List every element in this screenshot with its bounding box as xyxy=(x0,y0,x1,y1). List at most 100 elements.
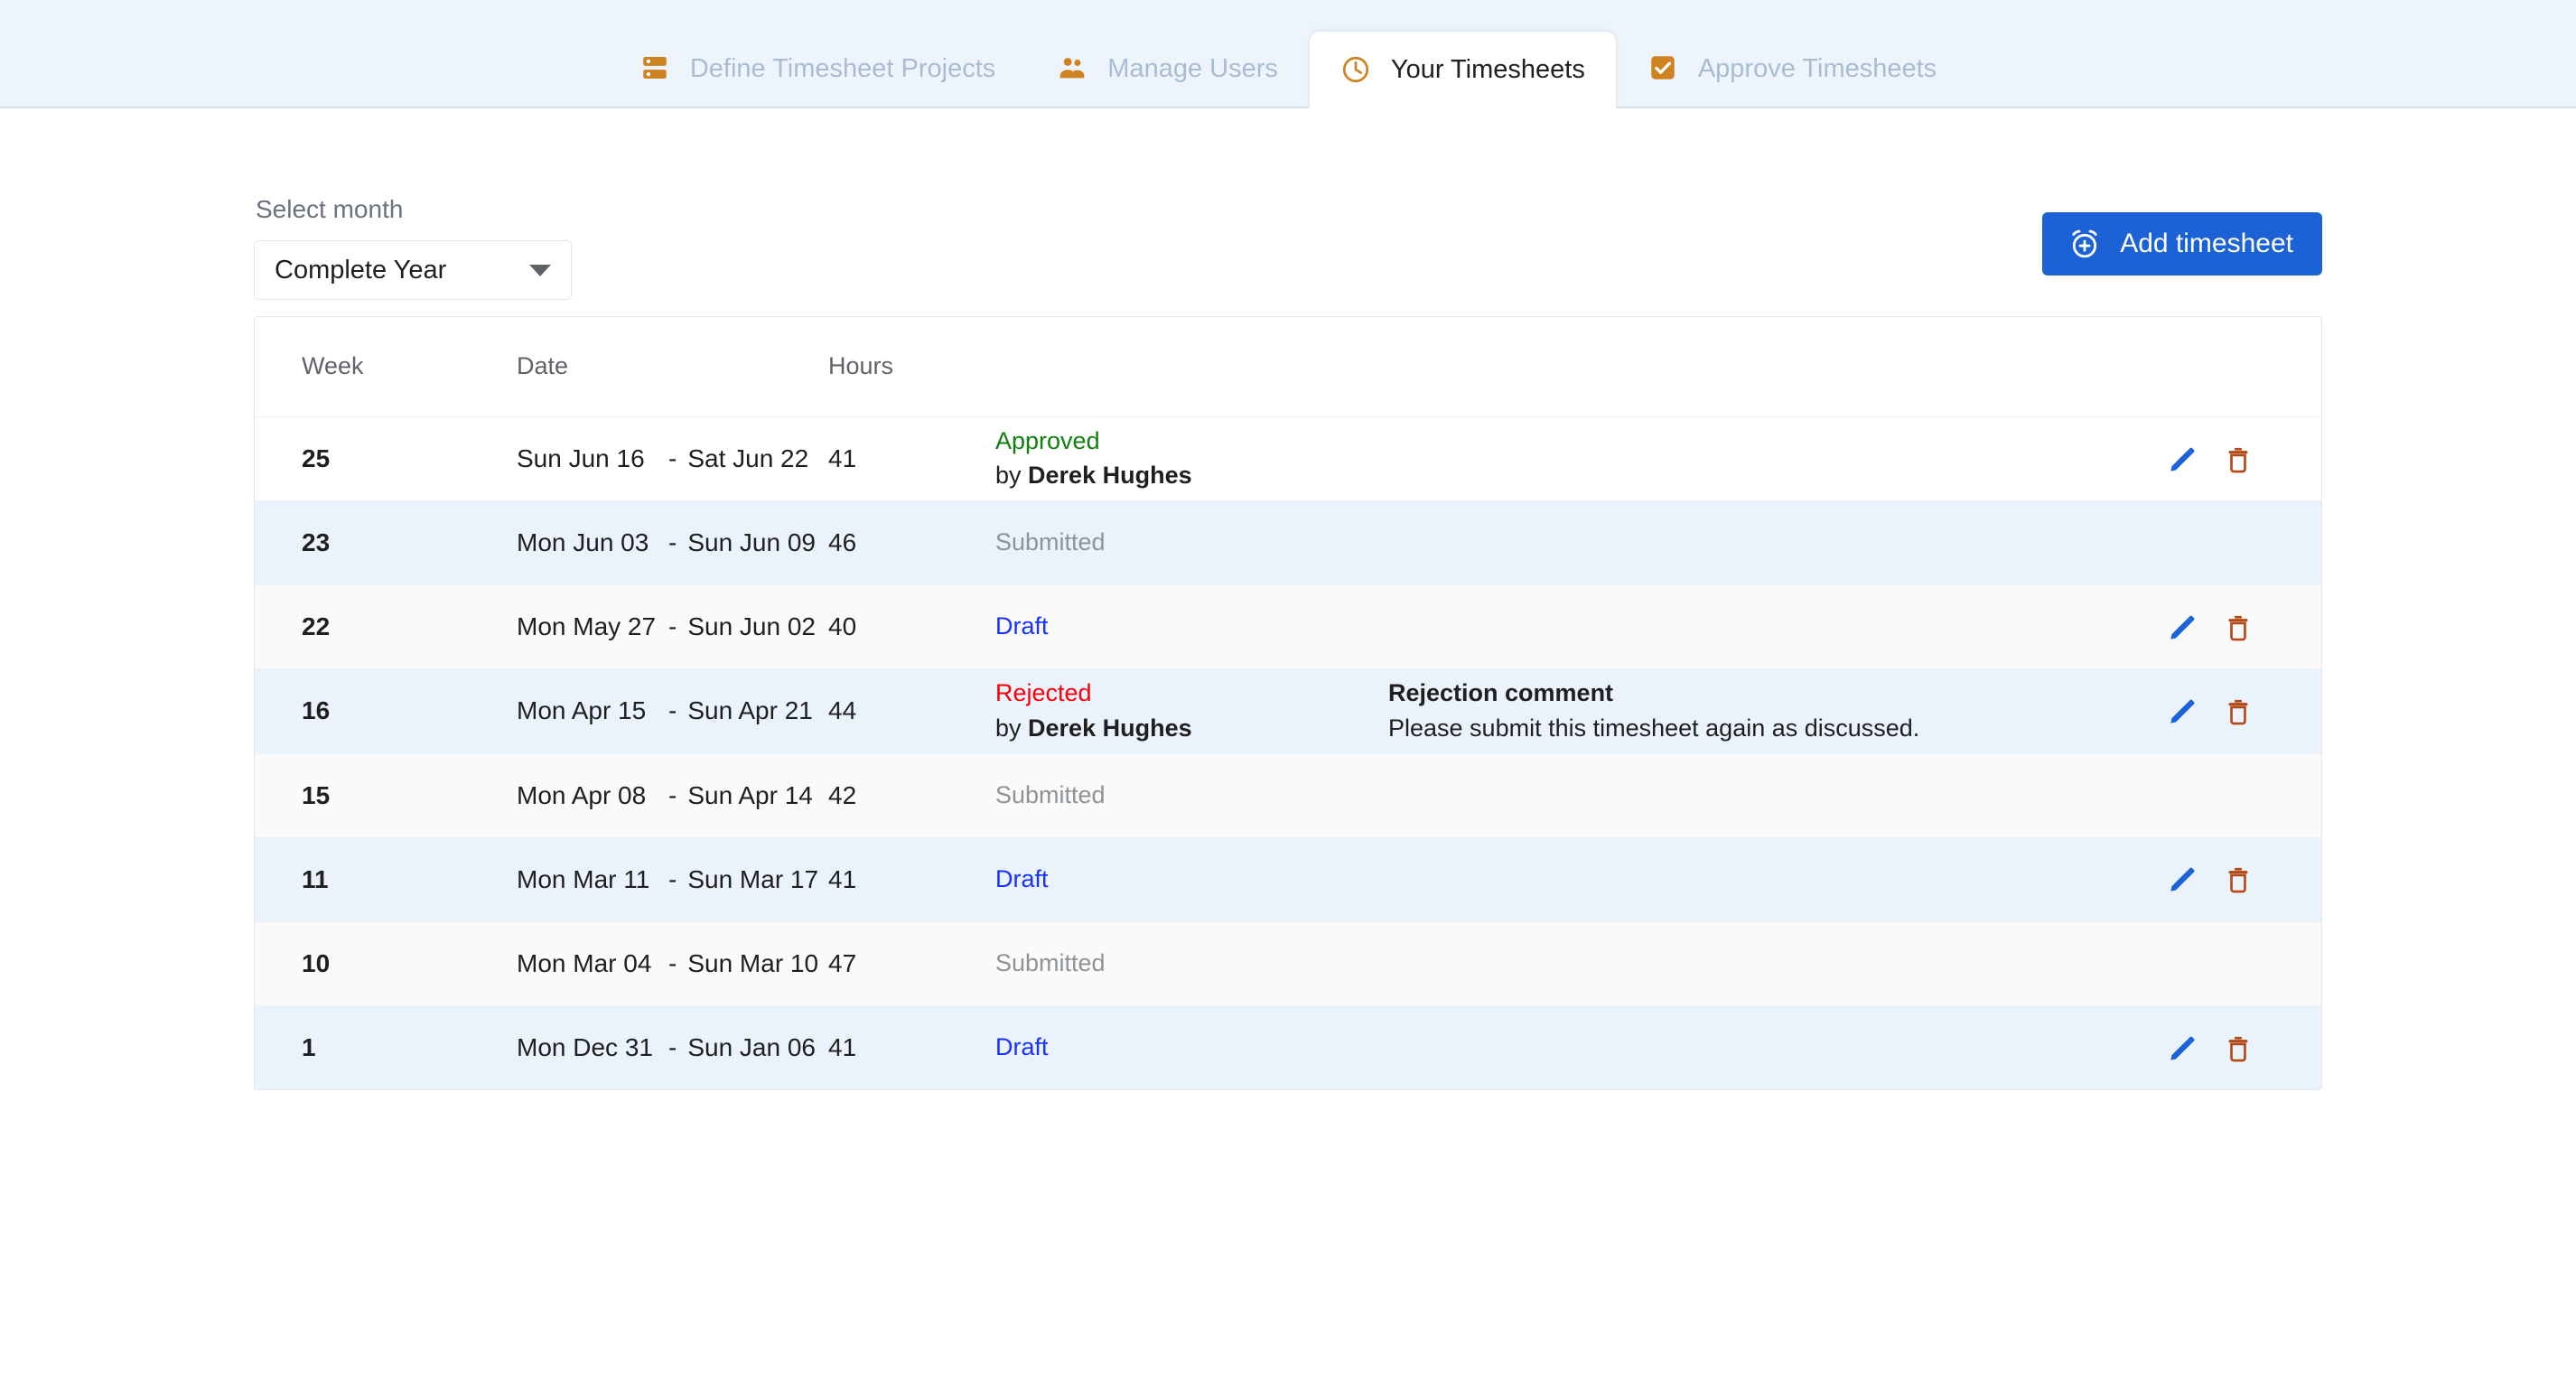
edit-row-button[interactable] xyxy=(2168,697,2197,726)
pencil-icon xyxy=(2168,445,2197,474)
cell-date: Mon Apr 15- Sun Apr 21 xyxy=(517,668,828,754)
delete-row-button[interactable] xyxy=(2224,697,2253,726)
cell-actions xyxy=(2057,500,2321,585)
cell-hours: 42 xyxy=(828,753,995,838)
table-row: 23 Mon Jun 03- Sun Jun 09 46 Submitted xyxy=(255,500,2321,585)
tab-approve-timesheets[interactable]: Approve Timesheets xyxy=(1617,29,1967,107)
date-end: Sun Apr 14 xyxy=(687,780,813,809)
column-header-status xyxy=(995,317,1388,417)
date-dash: - xyxy=(668,696,677,725)
status-approver: by Derek Hughes xyxy=(995,462,1192,490)
date-start: Sun Jun 16 xyxy=(517,443,645,472)
status-badge: Approved xyxy=(995,426,1100,454)
tab-label: Approve Timesheets xyxy=(1697,53,1937,83)
delete-row-button[interactable] xyxy=(2224,445,2253,474)
pencil-icon xyxy=(2168,613,2197,642)
tab-label: Define Timesheet Projects xyxy=(689,53,996,83)
delete-row-button[interactable] xyxy=(2224,1034,2253,1063)
delete-row-button[interactable] xyxy=(2224,613,2253,642)
cell-status: Draft xyxy=(995,837,1388,922)
tab-label: Your Timesheets xyxy=(1390,55,1585,84)
trash-icon xyxy=(2224,697,2253,726)
cell-comment xyxy=(1388,500,2057,585)
people-icon xyxy=(1057,52,1087,83)
cell-actions xyxy=(2057,1005,2321,1089)
cell-status: Draft xyxy=(995,584,1388,669)
cell-actions xyxy=(2057,668,2321,754)
add-timesheet-label: Add timesheet xyxy=(2120,229,2293,258)
filter-toolbar: Select month Complete Year Add timesheet xyxy=(254,108,2322,316)
pencil-icon xyxy=(2168,865,2197,894)
column-header-hours: Hours xyxy=(828,317,995,417)
cell-status: Draft xyxy=(995,1005,1388,1089)
cell-date: Mon Apr 08- Sun Apr 14 xyxy=(517,753,828,838)
table-header-row: Week Date Hours xyxy=(255,317,2321,417)
cell-status: Submitted xyxy=(995,753,1388,838)
cell-week: 11 xyxy=(255,837,517,922)
date-end: Sun Mar 17 xyxy=(687,864,819,893)
month-select[interactable]: Complete Year xyxy=(254,240,572,300)
date-dash: - xyxy=(668,443,677,472)
pencil-icon xyxy=(2168,697,2197,726)
table-row: 16 Mon Apr 15- Sun Apr 21 44 Rejected by Dere… xyxy=(255,668,2321,754)
cell-comment xyxy=(1388,584,2057,669)
date-dash: - xyxy=(668,948,677,977)
month-select-value: Complete Year xyxy=(275,255,447,285)
cell-comment xyxy=(1388,921,2057,1006)
table-row: 11 Mon Mar 11- Sun Mar 17 41 Draft xyxy=(255,837,2321,922)
cell-actions xyxy=(2057,753,2321,838)
edit-row-button[interactable] xyxy=(2168,445,2197,474)
page-body: Select month Complete Year Add timesheet xyxy=(0,108,2576,1090)
delete-row-button[interactable] xyxy=(2224,865,2253,894)
date-end: Sat Jun 22 xyxy=(687,443,809,472)
cell-comment xyxy=(1388,753,2057,838)
cell-week: 22 xyxy=(255,584,517,669)
cell-status: Submitted xyxy=(995,921,1388,1006)
date-start: Mon Mar 04 xyxy=(517,948,652,977)
tab-define-timesheet-projects[interactable]: Define Timesheet Projects xyxy=(609,29,1026,107)
date-end: Sun Jan 06 xyxy=(687,1032,816,1061)
status-badge: Submitted xyxy=(995,780,1106,808)
cell-status: Rejected by Derek Hughes xyxy=(995,668,1388,754)
cell-actions xyxy=(2057,416,2321,501)
status-badge: Draft xyxy=(995,612,1049,640)
tab-manage-users[interactable]: Manage Users xyxy=(1026,29,1309,107)
timesheets-table: Week Date Hours 25 Sun Jun 16- Sat Jun 22 4… xyxy=(255,317,2321,1089)
cell-hours: 47 xyxy=(828,921,995,1006)
edit-row-button[interactable] xyxy=(2168,865,2197,894)
add-timesheet-button[interactable]: Add timesheet xyxy=(2042,212,2322,275)
pencil-icon xyxy=(2168,1034,2197,1063)
clock-icon xyxy=(1340,54,1371,85)
edit-row-button[interactable] xyxy=(2168,613,2197,642)
cell-week: 10 xyxy=(255,921,517,1006)
date-start: Mon Apr 15 xyxy=(517,696,647,725)
date-end: Sun Jun 09 xyxy=(687,528,816,556)
cell-status: Submitted xyxy=(995,500,1388,585)
cell-actions xyxy=(2057,921,2321,1006)
cell-date: Mon May 27- Sun Jun 02 xyxy=(517,584,828,669)
date-start: Mon May 27 xyxy=(517,612,657,640)
cell-hours: 44 xyxy=(828,668,995,754)
table-row: 10 Mon Mar 04- Sun Mar 10 47 Submitted xyxy=(255,921,2321,1006)
tab-label: Manage Users xyxy=(1107,53,1278,83)
trash-icon xyxy=(2224,613,2253,642)
cell-hours: 41 xyxy=(828,416,995,501)
select-month-label: Select month xyxy=(256,195,404,223)
edit-row-button[interactable] xyxy=(2168,1034,2197,1063)
date-dash: - xyxy=(668,528,677,556)
cell-date: Mon Jun 03- Sun Jun 09 xyxy=(517,500,828,585)
cell-date: Mon Mar 04- Sun Mar 10 xyxy=(517,921,828,1006)
tab-your-timesheets[interactable]: Your Timesheets xyxy=(1308,31,1617,108)
date-dash: - xyxy=(668,864,677,893)
cell-actions xyxy=(2057,584,2321,669)
date-dash: - xyxy=(668,612,677,640)
cell-actions xyxy=(2057,837,2321,922)
cell-comment xyxy=(1388,1005,2057,1089)
trash-icon xyxy=(2224,1034,2253,1063)
date-start: Mon Jun 03 xyxy=(517,528,649,556)
cell-week: 1 xyxy=(302,1032,316,1061)
trash-icon xyxy=(2224,445,2253,474)
status-badge: Submitted xyxy=(995,948,1106,976)
main-tab-bar: Define Timesheet Projects Manage Users Y… xyxy=(0,0,2576,108)
table-row: 1 Mon Dec 31- Sun Jan 06 41 Draft xyxy=(255,1005,2321,1089)
